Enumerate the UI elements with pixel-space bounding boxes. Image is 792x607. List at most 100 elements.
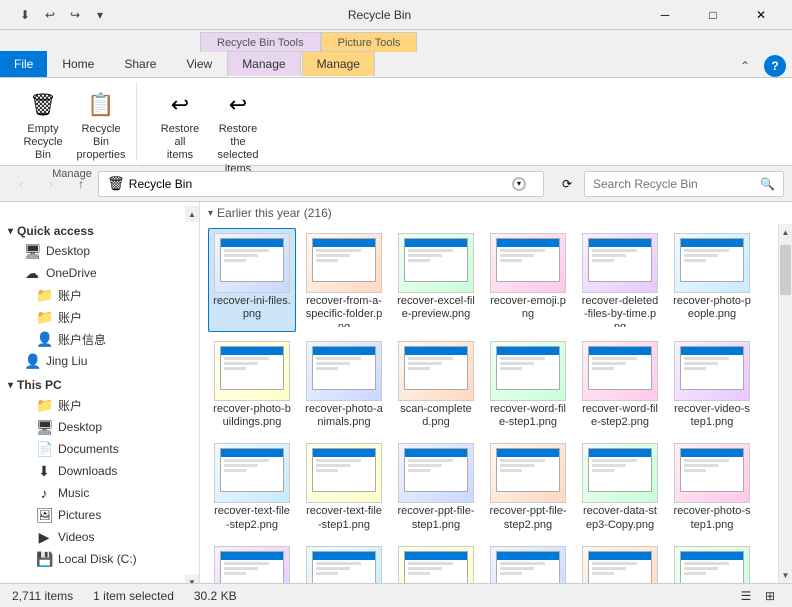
forward-button[interactable]: › bbox=[38, 171, 64, 197]
nav-item-jing-liu[interactable]: 👤 Jing Liu bbox=[0, 350, 199, 372]
main-area: ▲ ▾ Quick access 🖥 Desktop ☁ OneDrive 📁 … bbox=[0, 202, 792, 583]
file-item[interactable]: recover-pdf-file-step2.png bbox=[208, 541, 296, 583]
file-item[interactable]: recover-deleted-files-by-time.png bbox=[576, 228, 664, 332]
nav-item-account-info[interactable]: 👤 账户信息 bbox=[0, 328, 199, 350]
tab-file[interactable]: File bbox=[0, 51, 47, 77]
empty-recycle-bin-button[interactable]: 🗑 EmptyRecycle Bin bbox=[16, 86, 70, 166]
restore-selected-items-button[interactable]: ↩ Restore theselected items bbox=[211, 86, 265, 179]
right-scroll-up[interactable]: ▲ bbox=[779, 224, 792, 240]
documents-label: Documents bbox=[58, 442, 119, 456]
ribbon-collapse-button[interactable]: ⌃ bbox=[734, 55, 756, 77]
file-item[interactable]: recover-text-file-step2.png bbox=[208, 438, 296, 536]
file-item[interactable]: recover-photo-people.png bbox=[668, 228, 756, 332]
file-item[interactable]: scan-completed.png bbox=[392, 336, 480, 434]
nav-item-desktop-quick[interactable]: 🖥 Desktop bbox=[0, 240, 199, 262]
file-item[interactable]: recover-data-step3-Copy.png bbox=[576, 438, 664, 536]
right-scroll-down[interactable]: ▼ bbox=[779, 567, 792, 583]
file-item[interactable]: recover-text-file-step1.png bbox=[300, 438, 388, 536]
ribbon-main-tabs: File Home Share View Manage Manage ⌃ ? bbox=[0, 52, 792, 78]
ribbon-tool-tabs-row: Recycle Bin Tools Picture Tools bbox=[0, 30, 792, 52]
recycle-bin-properties-button[interactable]: 📋 Recycle Binproperties bbox=[74, 86, 128, 166]
nav-item-this-pc-account[interactable]: 📁 账户 bbox=[0, 394, 199, 416]
file-item[interactable]: recover-excel-file-preview.png bbox=[392, 228, 480, 332]
file-item[interactable]: recover-word-file-step1.png bbox=[484, 336, 572, 434]
file-item[interactable]: recover-office-file-step2.png bbox=[392, 541, 480, 583]
close-button[interactable]: ✕ bbox=[738, 0, 784, 30]
search-input[interactable] bbox=[593, 177, 760, 191]
qat-undo[interactable]: ↩ bbox=[39, 4, 61, 26]
ribbon-group-manage-items: 🗑 EmptyRecycle Bin 📋 Recycle Binproperti… bbox=[16, 82, 128, 166]
quick-access-toolbar: ⬇ ↩ ↪ ▾ bbox=[8, 4, 117, 26]
right-scroll-thumb[interactable] bbox=[780, 245, 791, 295]
music-label: Music bbox=[58, 486, 89, 500]
tab-view[interactable]: View bbox=[171, 51, 227, 77]
file-label: recover-photo-step1.png bbox=[673, 505, 751, 531]
restore-all-items-button[interactable]: ↩ Restoreall items bbox=[153, 86, 207, 166]
tab-share[interactable]: Share bbox=[109, 51, 171, 77]
ribbon-group-restore-items: ↩ Restoreall items ↩ Restore theselected… bbox=[153, 82, 265, 179]
address-bar: ‹ › ↑ 🗑 Recycle Bin ▾ ⟳ 🔍 bbox=[0, 166, 792, 202]
folder-icon-1: 📁 bbox=[36, 287, 52, 304]
refresh-button[interactable]: ⟳ bbox=[554, 171, 580, 197]
help-button[interactable]: ? bbox=[764, 55, 786, 77]
file-item[interactable]: recover-photo-buildings.png bbox=[208, 336, 296, 434]
restore-all-items-icon: ↩ bbox=[164, 89, 196, 121]
file-label: recover-data-step3-Copy.png bbox=[581, 505, 659, 531]
nav-section-quick-access[interactable]: ▾ Quick access bbox=[0, 222, 199, 240]
back-button[interactable]: ‹ bbox=[8, 171, 34, 197]
file-label: recover-photo-animals.png bbox=[305, 403, 383, 429]
file-item[interactable]: recover-photo-step1.png bbox=[668, 438, 756, 536]
nav-section-this-pc[interactable]: ▾ This PC bbox=[0, 376, 199, 394]
nav-item-videos[interactable]: ▶ Videos bbox=[0, 526, 199, 548]
left-panel-scroll-up[interactable]: ▲ bbox=[185, 206, 199, 222]
file-item[interactable]: recover-photo-animals.png bbox=[300, 336, 388, 434]
up-button[interactable]: ↑ bbox=[68, 171, 94, 197]
qat-dropdown[interactable]: ▾ bbox=[89, 4, 111, 26]
tab-home[interactable]: Home bbox=[47, 51, 109, 77]
right-scroll-track[interactable] bbox=[779, 240, 792, 567]
file-item[interactable]: recover-external-device-step3.png bbox=[576, 541, 664, 583]
file-label: recover-emoji.png bbox=[489, 295, 567, 321]
nav-item-downloads[interactable]: ⬇ Downloads bbox=[0, 460, 199, 482]
file-item[interactable]: recover-emoji.png bbox=[484, 228, 572, 332]
file-item[interactable]: recover-external-device-step2.png bbox=[668, 541, 756, 583]
nav-item-local-disk[interactable]: 💾 Local Disk (C:) bbox=[0, 548, 199, 570]
status-selection: 1 item selected bbox=[93, 589, 174, 603]
nav-item-account2[interactable]: 📁 账户 bbox=[0, 306, 199, 328]
file-item[interactable]: recover-ppt-file-step1.png bbox=[392, 438, 480, 536]
address-path[interactable]: 🗑 Recycle Bin bbox=[98, 171, 544, 197]
section-header-earlier-this-year[interactable]: ▾ Earlier this year (216) bbox=[200, 202, 792, 224]
file-item[interactable]: recover-pdf-file-step1.png bbox=[300, 541, 388, 583]
nav-item-pictures[interactable]: 🖼 Pictures bbox=[0, 504, 199, 526]
ribbon-tool-tab-recycle-bin-tools[interactable]: Recycle Bin Tools bbox=[200, 32, 321, 52]
file-item[interactable]: recover-video-step1.png bbox=[668, 336, 756, 434]
tab-manage-picture[interactable]: Manage bbox=[302, 51, 375, 77]
file-label: recover-photo-people.png bbox=[673, 295, 751, 321]
nav-item-desktop[interactable]: 🖥 Desktop bbox=[0, 416, 199, 438]
user-icon-1: 👤 bbox=[36, 331, 52, 348]
left-panel-scroll-down[interactable]: ▼ bbox=[185, 574, 199, 583]
qat-redo[interactable]: ↪ bbox=[64, 4, 86, 26]
status-right: ☰ ⊞ bbox=[736, 586, 780, 606]
nav-item-documents[interactable]: 📄 Documents bbox=[0, 438, 199, 460]
file-item[interactable]: recover-word-file-step2.png bbox=[576, 336, 664, 434]
file-label: recover-photo-buildings.png bbox=[213, 403, 291, 429]
nav-item-onedrive[interactable]: ☁ OneDrive bbox=[0, 262, 199, 284]
minimize-button[interactable]: ─ bbox=[642, 0, 688, 30]
tab-manage-recycle[interactable]: Manage bbox=[227, 51, 300, 77]
file-item[interactable]: recover-ini-files.png bbox=[208, 228, 296, 332]
pictures-label: Pictures bbox=[58, 508, 101, 522]
qat-arrow-down[interactable]: ⬇ bbox=[14, 4, 36, 26]
view-list-button[interactable]: ☰ bbox=[736, 586, 756, 606]
downloads-icon: ⬇ bbox=[36, 463, 52, 480]
nav-item-music[interactable]: ♪ Music bbox=[0, 482, 199, 504]
file-item[interactable]: recover-office-file-step1.png bbox=[484, 541, 572, 583]
ribbon-tool-tab-picture-tools[interactable]: Picture Tools bbox=[321, 32, 418, 52]
file-item[interactable]: recover-ppt-file-step2.png bbox=[484, 438, 572, 536]
file-item[interactable]: recover-from-a-specific-folder.png bbox=[300, 228, 388, 332]
view-icons-button[interactable]: ⊞ bbox=[760, 586, 780, 606]
maximize-button[interactable]: □ bbox=[690, 0, 736, 30]
nav-item-account1[interactable]: 📁 账户 bbox=[0, 284, 199, 306]
file-label: scan-completed.png bbox=[397, 403, 475, 429]
address-dropdown-button[interactable]: ▾ bbox=[512, 177, 526, 191]
